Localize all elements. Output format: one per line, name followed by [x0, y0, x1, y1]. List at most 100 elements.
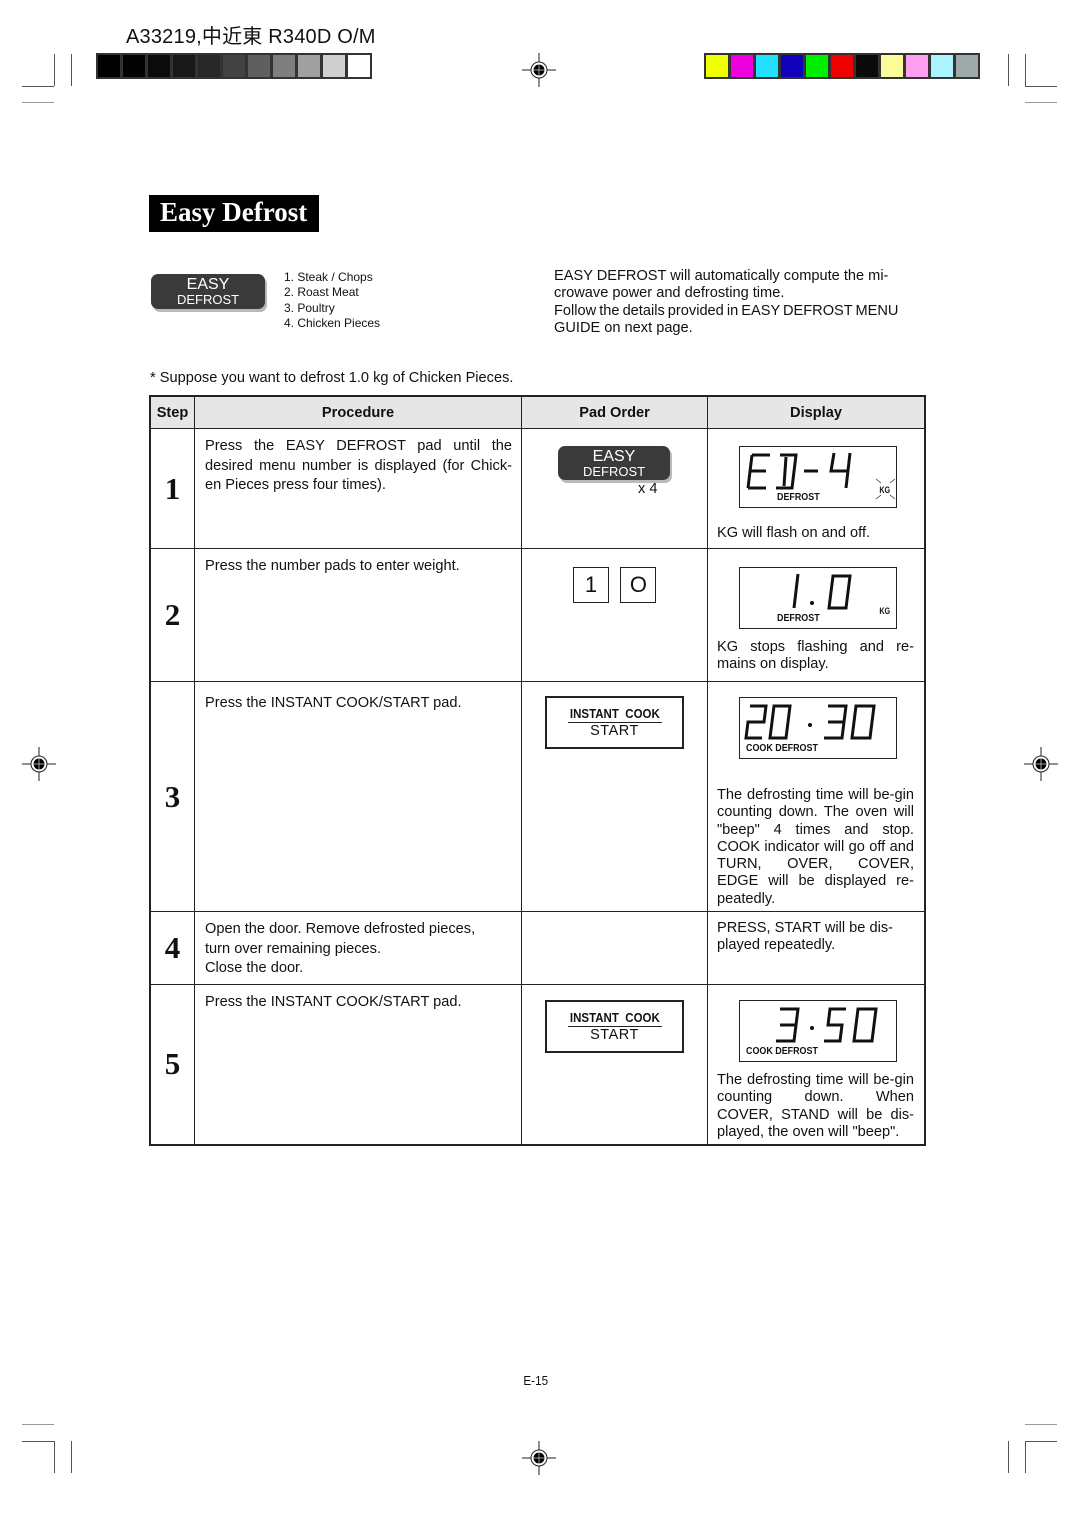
display-note: KG stops flashing and re-mains on displa…	[717, 639, 914, 673]
pad-label-line2: DEFROST	[582, 464, 646, 479]
display-cell: KG DEFROST KG stops flashing and re-main…	[707, 548, 926, 682]
display-note: The defrosting time will be-gin counting…	[717, 787, 914, 907]
display-cell: COOK DEFROST The defrosting time will be…	[707, 681, 926, 912]
color-swatch	[856, 55, 878, 77]
menu-item: 2. Roast Meat	[284, 285, 359, 300]
color-swatch	[956, 55, 978, 77]
step-number: 2	[149, 548, 195, 682]
crop-mark	[22, 1424, 54, 1425]
crop-mark	[22, 102, 54, 103]
cook-defrost-indicator: COOK DEFROST	[746, 1044, 818, 1057]
color-calibration-bar	[704, 53, 980, 79]
crop-mark	[1025, 102, 1057, 103]
color-swatch	[123, 55, 145, 77]
crop-mark	[1025, 86, 1057, 87]
step-number: 5	[149, 984, 195, 1145]
crop-mark	[1008, 1441, 1009, 1473]
color-swatch	[248, 55, 270, 77]
menu-item: 4. Chicken Pieces	[284, 315, 381, 330]
example-note: * Suppose you want to defrost 1.0 kg of …	[150, 370, 514, 386]
crop-mark	[22, 1441, 54, 1442]
color-swatch	[323, 55, 345, 77]
number-key-1: 1	[573, 567, 609, 603]
header-display: Display	[707, 395, 926, 429]
color-swatch	[273, 55, 295, 77]
kg-indicator: KG	[878, 485, 890, 495]
pad-order-cell: 1 O	[521, 548, 708, 682]
registration-mark-icon	[522, 1441, 556, 1475]
color-swatch	[906, 55, 928, 77]
header-procedure: Procedure	[194, 395, 522, 429]
lcd-display: KG DEFROST	[739, 567, 897, 629]
display-cell: PRESS, START will be dis-played repeated…	[707, 911, 926, 985]
color-swatch	[756, 55, 778, 77]
steps-table: Step Procedure Pad Order Display 1 Press…	[149, 395, 926, 1146]
color-swatch	[148, 55, 170, 77]
section-title: Easy Defrost	[149, 195, 320, 232]
pad-order-cell: INSTANT COOK START	[521, 984, 708, 1145]
crop-mark	[54, 1441, 55, 1473]
intro-line: Follow the details provided in EASY DEFR…	[554, 302, 899, 319]
table-row: 4 Open the door. Remove defrosted pieces…	[149, 911, 926, 985]
crop-mark	[1025, 1424, 1057, 1425]
procedure-text: Open the door. Remove defrosted pieces, …	[194, 911, 522, 985]
color-swatch	[731, 55, 753, 77]
procedure-line: Close the door.	[205, 960, 304, 976]
pad-label-line1: EASY	[592, 448, 636, 465]
procedure-text: Press the EASY DEFROST pad until the des…	[194, 428, 522, 549]
step-number: 4	[149, 911, 195, 985]
procedure-text: Press the number pads to enter weight.	[194, 548, 522, 682]
color-swatch	[931, 55, 953, 77]
procedure-line: turn over remaining pieces.	[205, 940, 382, 957]
registration-mark-icon	[522, 53, 556, 87]
crop-mark	[22, 86, 54, 87]
color-swatch	[806, 55, 828, 77]
crop-mark	[1025, 1441, 1026, 1473]
easy-defrost-pad: EASY DEFROST	[558, 446, 670, 480]
header-pad-order: Pad Order	[521, 395, 708, 429]
cook-defrost-indicator: COOK DEFROST	[746, 741, 818, 754]
grayscale-calibration-bar	[96, 53, 372, 79]
pad-order-cell	[521, 911, 708, 985]
procedure-text: Press the INSTANT COOK/START pad.	[194, 984, 522, 1145]
crop-mark	[1025, 54, 1026, 86]
lcd-display: COOK DEFROST	[739, 697, 897, 759]
kg-indicator: KG	[878, 606, 890, 616]
document-id-header: A33219,中近東 R340D O/M	[126, 26, 376, 48]
intro-paragraph: EASY DEFROST will automatically compute …	[554, 268, 928, 337]
number-key-0: O	[620, 567, 657, 603]
color-swatch	[298, 55, 320, 77]
display-note: PRESS, START will be dis-played repeated…	[717, 920, 893, 954]
display-note: The defrosting time will be-gin counting…	[717, 1072, 914, 1140]
table-row: 3 Press the INSTANT COOK/START pad. INST…	[149, 681, 926, 912]
pad-label-line1: INSTANT COOK	[567, 707, 662, 723]
color-swatch	[173, 55, 195, 77]
color-swatch	[348, 55, 370, 77]
crop-mark	[1008, 54, 1009, 86]
color-swatch	[223, 55, 245, 77]
procedure-line: Open the door. Remove defrosted pieces,	[205, 921, 476, 937]
display-note: KG will flash on and off.	[717, 525, 871, 541]
lcd-display: KG DEFROST	[739, 446, 897, 508]
header-step: Step	[149, 395, 195, 429]
easy-defrost-pad-illustration: EASY DEFROST	[151, 274, 265, 309]
crop-mark	[71, 1441, 72, 1473]
menu-item: 3. Poultry	[284, 300, 335, 315]
defrost-indicator: DEFROST	[777, 611, 820, 624]
page-number: E-15	[523, 1373, 549, 1388]
color-swatch	[198, 55, 220, 77]
defrost-menu-list: 1. Steak / Chops 2. Roast Meat 3. Poultr…	[284, 270, 380, 331]
step-number: 1	[149, 428, 195, 549]
color-swatch	[98, 55, 120, 77]
display-cell: COOK DEFROST The defrosting time will be…	[707, 984, 926, 1145]
display-cell: KG DEFROST KG will flash on and off.	[707, 428, 926, 549]
table-header-row: Step Procedure Pad Order Display	[149, 395, 926, 429]
crop-mark	[71, 54, 72, 86]
color-swatch	[706, 55, 728, 77]
step-number: 3	[149, 681, 195, 912]
table-row: 2 Press the number pads to enter weight.…	[149, 548, 926, 682]
defrost-indicator: DEFROST	[777, 490, 820, 503]
intro-line: crowave power and defrosting time.	[554, 285, 785, 302]
color-swatch	[881, 55, 903, 77]
table-row: 5 Press the INSTANT COOK/START pad. INST…	[149, 984, 926, 1145]
